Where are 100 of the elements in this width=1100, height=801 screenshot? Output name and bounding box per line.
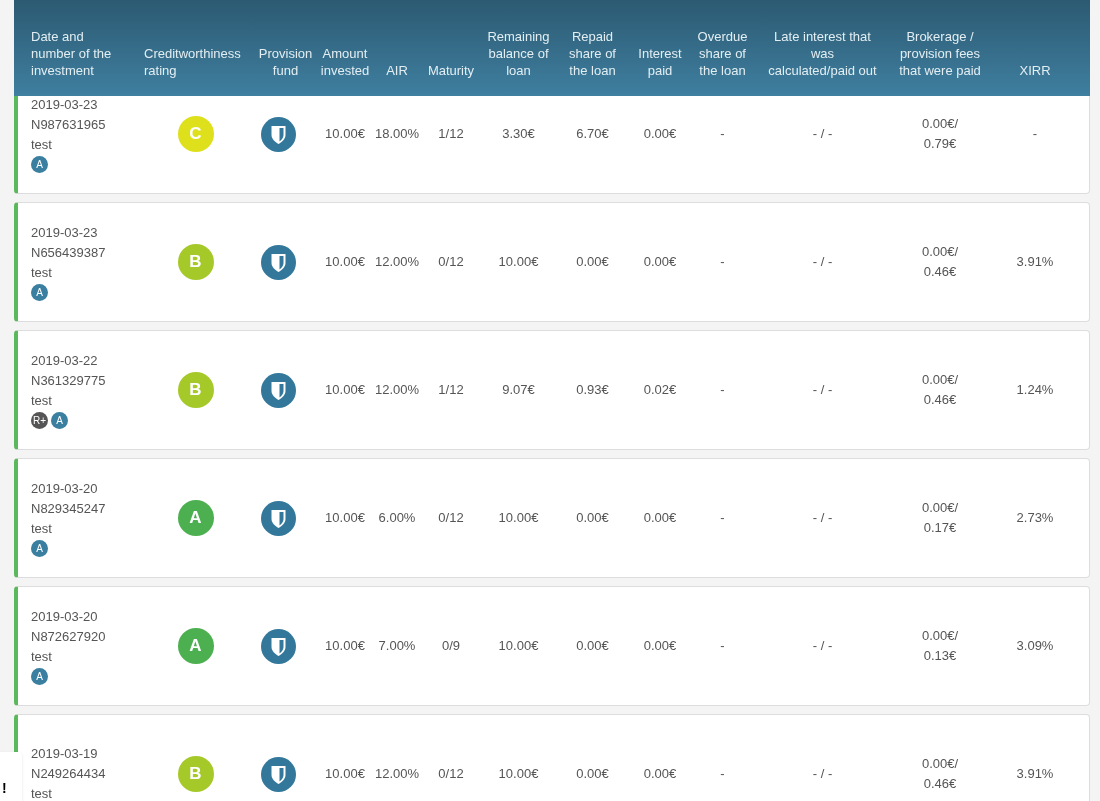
overdue-share: - <box>720 765 725 784</box>
investment-row[interactable]: 2019-03-20 N829345247 test A A 10.00€ 6.00% 0/12 10.00€ 0.00€ 0.00€ - - / - 0.00€/ 0.17€ 2.73% <box>14 458 1090 578</box>
amount-invested: 10.00€ <box>325 637 365 656</box>
investment-date: 2019-03-23 <box>31 224 99 242</box>
investment-note: test <box>31 392 53 410</box>
investment-date: 2019-03-23 <box>31 96 99 114</box>
tag-badge: A <box>51 412 68 429</box>
interest-paid: 0.02€ <box>643 381 677 400</box>
late-interest: - / - <box>812 509 833 528</box>
repaid-share: 0.93€ <box>576 381 609 400</box>
investment-row[interactable]: 2019-03-20 N872627920 test A A 10.00€ 7.00% 0/9 10.00€ 0.00€ 0.00€ - - / - 0.00€/ 0.13€ 3.09% <box>14 586 1090 706</box>
shield-icon <box>261 756 296 792</box>
investment-row[interactable]: 2019-03-23 N987631965 test A C 10.00€ 18.00% 1/12 3.30€ 6.70€ 0.00€ - - / - 0.00€/ 0.79€ - <box>14 96 1090 194</box>
maturity-value: 0/9 <box>441 637 461 656</box>
repaid-share: 0.00€ <box>576 509 609 528</box>
xirr-value: 1.24% <box>1016 381 1054 400</box>
remaining-balance: 10.00€ <box>498 765 539 784</box>
amount-invested: 10.00€ <box>325 381 365 400</box>
rating-badge: A <box>177 500 214 536</box>
remaining-balance: 10.00€ <box>498 509 539 528</box>
investment-number: N656439387 <box>31 244 107 262</box>
column-header[interactable]: Overdue share of the loan <box>693 28 752 79</box>
xirr-value: - <box>1032 125 1038 144</box>
investment-note: test <box>31 784 53 801</box>
air-value: 12.00% <box>374 381 420 400</box>
shield-icon <box>261 372 296 408</box>
column-header[interactable]: Date and number of the investment <box>31 28 126 79</box>
investment-date: 2019-03-20 <box>31 480 99 498</box>
column-header[interactable]: Maturity <box>427 62 475 79</box>
column-header[interactable]: Late interest that was calculated/paid out <box>767 28 878 79</box>
feedback-tab[interactable]: ! <box>0 752 22 801</box>
late-interest: - / - <box>812 637 833 656</box>
investment-row[interactable]: 2019-03-19 N249264434 test B 10.00€ 12.00% 0/12 10.00€ 0.00€ 0.00€ - - / - 0.00€/ 0.46€ 3.91% <box>14 714 1090 801</box>
brokerage-fees: 0.00€/ 0.46€ <box>921 755 959 793</box>
brokerage-fees: 0.00€/ 0.79€ <box>921 115 959 153</box>
rating-badge: C <box>177 116 214 152</box>
investment-number: N249264434 <box>31 764 107 783</box>
amount-invested: 10.00€ <box>325 125 365 144</box>
interest-paid: 0.00€ <box>643 765 677 784</box>
amount-invested: 10.00€ <box>325 765 365 784</box>
column-header[interactable]: XIRR <box>1019 62 1051 79</box>
column-header[interactable]: Amount invested <box>317 45 373 79</box>
rating-badge: B <box>177 756 214 792</box>
brokerage-fees: 0.00€/ 0.13€ <box>921 627 959 665</box>
column-header[interactable]: Provision fund <box>256 45 315 79</box>
investment-date: 2019-03-19 <box>31 744 99 763</box>
rating-badge: A <box>177 628 214 664</box>
tag-badge: A <box>31 668 48 685</box>
column-header[interactable]: Repaid share of the loan <box>563 28 622 79</box>
tag-badge: A <box>31 284 48 301</box>
remaining-balance: 10.00€ <box>498 637 539 656</box>
investment-note: test <box>31 136 53 154</box>
repaid-share: 0.00€ <box>576 637 609 656</box>
brokerage-fees: 0.00€/ 0.46€ <box>921 243 959 281</box>
repaid-share: 6.70€ <box>576 125 609 144</box>
investment-row[interactable]: 2019-03-22 N361329775 test R+ A B 10.00€ 12.00% 1/12 9.07€ 0.93€ 0.02€ - - / - 0.00€/ 0.46€ 1.24% <box>14 330 1090 450</box>
overdue-share: - <box>720 509 725 528</box>
xirr-value: 3.91% <box>1016 765 1054 784</box>
overdue-share: - <box>720 381 725 400</box>
overdue-share: - <box>720 637 725 656</box>
investment-note: test <box>31 264 53 282</box>
remaining-balance: 9.07€ <box>502 381 535 400</box>
brokerage-fees: 0.00€/ 0.17€ <box>921 499 959 537</box>
maturity-value: 0/12 <box>438 765 464 784</box>
xirr-value: 3.09% <box>1016 637 1054 656</box>
late-interest: - / - <box>812 125 833 144</box>
repaid-share: 0.00€ <box>576 253 609 272</box>
maturity-value: 1/12 <box>438 381 464 400</box>
maturity-value: 1/12 <box>438 125 464 144</box>
investment-number: N361329775 <box>31 372 107 390</box>
investment-number: N829345247 <box>31 500 107 518</box>
column-header[interactable]: Remaining balance of loan <box>484 28 553 79</box>
shield-icon <box>261 244 296 280</box>
column-header[interactable]: Brokerage / provision fees that were paid <box>894 28 986 79</box>
investment-number: N872627920 <box>31 628 107 646</box>
investment-number: N987631965 <box>31 116 107 134</box>
xirr-value: 2.73% <box>1016 509 1054 528</box>
maturity-value: 0/12 <box>438 509 464 528</box>
interest-paid: 0.00€ <box>643 637 677 656</box>
tag-badge: R+ <box>31 412 48 429</box>
tag-badge: A <box>31 156 48 173</box>
brokerage-fees: 0.00€/ 0.46€ <box>921 371 959 409</box>
remaining-balance: 10.00€ <box>498 253 539 272</box>
air-value: 6.00% <box>378 509 416 528</box>
xirr-value: 3.91% <box>1016 253 1054 272</box>
column-header[interactable]: Creditworthiness rating <box>140 45 250 79</box>
repaid-share: 0.00€ <box>576 765 609 784</box>
air-value: 12.00% <box>374 253 420 272</box>
rating-badge: B <box>177 244 214 280</box>
column-header[interactable]: Interest paid <box>635 45 685 79</box>
column-header[interactable]: AIR <box>386 62 408 79</box>
shield-icon <box>261 116 296 152</box>
investment-date: 2019-03-22 <box>31 352 99 370</box>
shield-icon <box>261 500 296 536</box>
investment-row[interactable]: 2019-03-23 N656439387 test A B 10.00€ 12.00% 0/12 10.00€ 0.00€ 0.00€ - - / - 0.00€/ 0.46€ 3.91% <box>14 202 1090 322</box>
rating-badge: B <box>177 372 214 408</box>
maturity-value: 0/12 <box>438 253 464 272</box>
shield-icon <box>261 628 296 664</box>
investment-date: 2019-03-20 <box>31 608 99 626</box>
amount-invested: 10.00€ <box>325 253 365 272</box>
